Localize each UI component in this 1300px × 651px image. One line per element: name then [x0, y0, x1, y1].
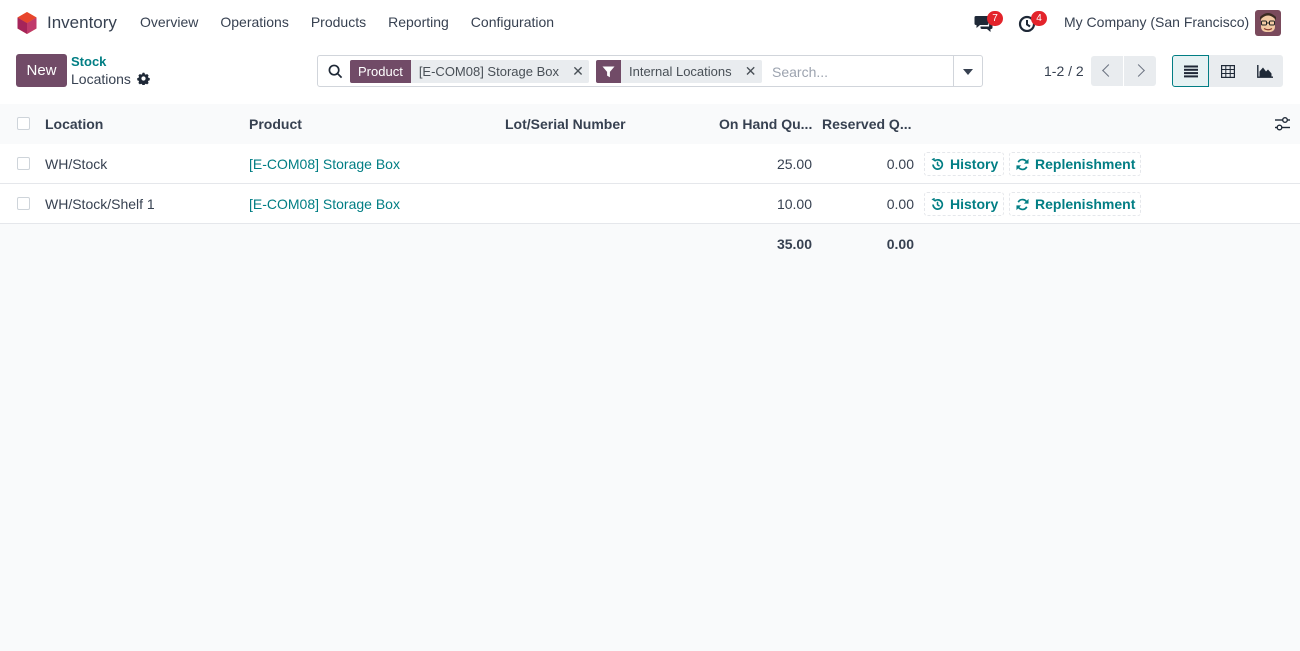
facet-product-value: [E-COM08] Storage Box [418, 64, 559, 79]
column-header-on-hand[interactable]: On Hand Qu... [719, 116, 812, 132]
search-icon[interactable] [328, 64, 343, 79]
messages-badge: 7 [987, 11, 1003, 26]
table-header: Location Product Lot/Serial Number On Ha… [0, 104, 1300, 144]
optional-columns-sliders-icon[interactable] [1275, 117, 1290, 131]
user-avatar[interactable] [1255, 10, 1281, 36]
pager-value[interactable]: 1-2 / 2 [1044, 63, 1084, 79]
cell-product-link[interactable]: [E-COM08] Storage Box [249, 196, 400, 212]
facet-filter-value: Internal Locations [629, 64, 732, 79]
chevron-right-icon [1132, 64, 1145, 77]
list-view-button[interactable] [1172, 55, 1209, 87]
menu-overview[interactable]: Overview [140, 14, 198, 30]
cell-on-hand: 25.00 [776, 156, 812, 172]
cell-reserved: 0.00 [886, 196, 914, 212]
facet-product: Product [E-COM08] Storage Box ✕ [350, 60, 589, 83]
main-menu: Overview Operations Products Reporting C… [140, 14, 576, 30]
search-bar: Product [E-COM08] Storage Box ✕ Internal… [317, 55, 954, 87]
replenishment-button[interactable]: Replenishment [1009, 152, 1142, 176]
graph-view-button[interactable] [1246, 55, 1283, 87]
history-label: History [950, 156, 999, 172]
gear-icon[interactable] [137, 72, 150, 85]
menu-configuration[interactable]: Configuration [471, 14, 554, 30]
cell-on-hand: 10.00 [776, 196, 812, 212]
table-row[interactable]: WH/Stock/Shelf 1 [E-COM08] Storage Box 1… [0, 184, 1300, 224]
top-navbar: Inventory Overview Operations Products R… [0, 0, 1300, 46]
search-input[interactable] [772, 62, 947, 82]
row-checkbox[interactable] [17, 157, 30, 170]
odoo-inventory-logo-icon[interactable] [17, 12, 37, 34]
cell-location: WH/Stock/Shelf 1 [45, 196, 155, 212]
filter-icon [596, 60, 621, 83]
facet-product-remove-icon[interactable]: ✕ [567, 63, 589, 80]
new-button[interactable]: New [16, 54, 67, 87]
history-icon [931, 157, 944, 170]
replenishment-button[interactable]: Replenishment [1009, 192, 1142, 216]
company-switcher[interactable]: My Company (San Francisco) [1064, 14, 1249, 30]
history-button[interactable]: History [924, 152, 1005, 176]
replenishment-label: Replenishment [1035, 156, 1136, 172]
list-icon [1184, 65, 1198, 78]
menu-reporting[interactable]: Reporting [388, 14, 449, 30]
search-options-toggle[interactable] [953, 55, 983, 87]
facet-filter: Internal Locations ✕ [596, 60, 762, 83]
area-chart-icon [1257, 65, 1273, 78]
activities-badge: 4 [1031, 11, 1047, 26]
column-header-product[interactable]: Product [249, 116, 302, 132]
refresh-icon [1016, 198, 1029, 210]
row-checkbox[interactable] [17, 197, 30, 210]
history-label: History [950, 196, 999, 212]
table-totals-row: 35.00 0.00 [0, 224, 1300, 264]
chevron-left-icon [1102, 64, 1115, 77]
control-panel: New Stock Locations Product [E-COM08] St… [0, 46, 1300, 105]
total-on-hand: 35.00 [776, 236, 812, 252]
caret-down-icon [963, 69, 973, 75]
app-name[interactable]: Inventory [47, 13, 117, 33]
history-button[interactable]: History [924, 192, 1005, 216]
pivot-view-button[interactable] [1209, 55, 1246, 87]
pager-previous-button[interactable] [1091, 56, 1123, 86]
menu-operations[interactable]: Operations [220, 14, 288, 30]
replenishment-label: Replenishment [1035, 196, 1136, 212]
menu-products[interactable]: Products [311, 14, 366, 30]
total-reserved: 0.00 [886, 236, 914, 252]
pager-next-button[interactable] [1124, 56, 1156, 86]
pivot-grid-icon [1221, 65, 1235, 78]
breadcrumb-stock[interactable]: Stock [71, 54, 106, 69]
column-header-reserved[interactable]: Reserved Q... [822, 116, 912, 132]
column-header-lot-serial[interactable]: Lot/Serial Number [505, 116, 626, 132]
column-header-location[interactable]: Location [45, 116, 103, 132]
cell-location: WH/Stock [45, 156, 108, 172]
breadcrumb-current: Locations [71, 71, 131, 87]
facet-product-label: Product [350, 60, 411, 83]
facet-filter-remove-icon[interactable]: ✕ [740, 63, 762, 80]
cell-product-link[interactable]: [E-COM08] Storage Box [249, 156, 400, 172]
cell-reserved: 0.00 [886, 156, 914, 172]
history-icon [931, 197, 944, 210]
select-all-checkbox[interactable] [17, 117, 30, 130]
refresh-icon [1016, 158, 1029, 170]
table-row[interactable]: WH/Stock [E-COM08] Storage Box 25.00 0.0… [0, 144, 1300, 184]
